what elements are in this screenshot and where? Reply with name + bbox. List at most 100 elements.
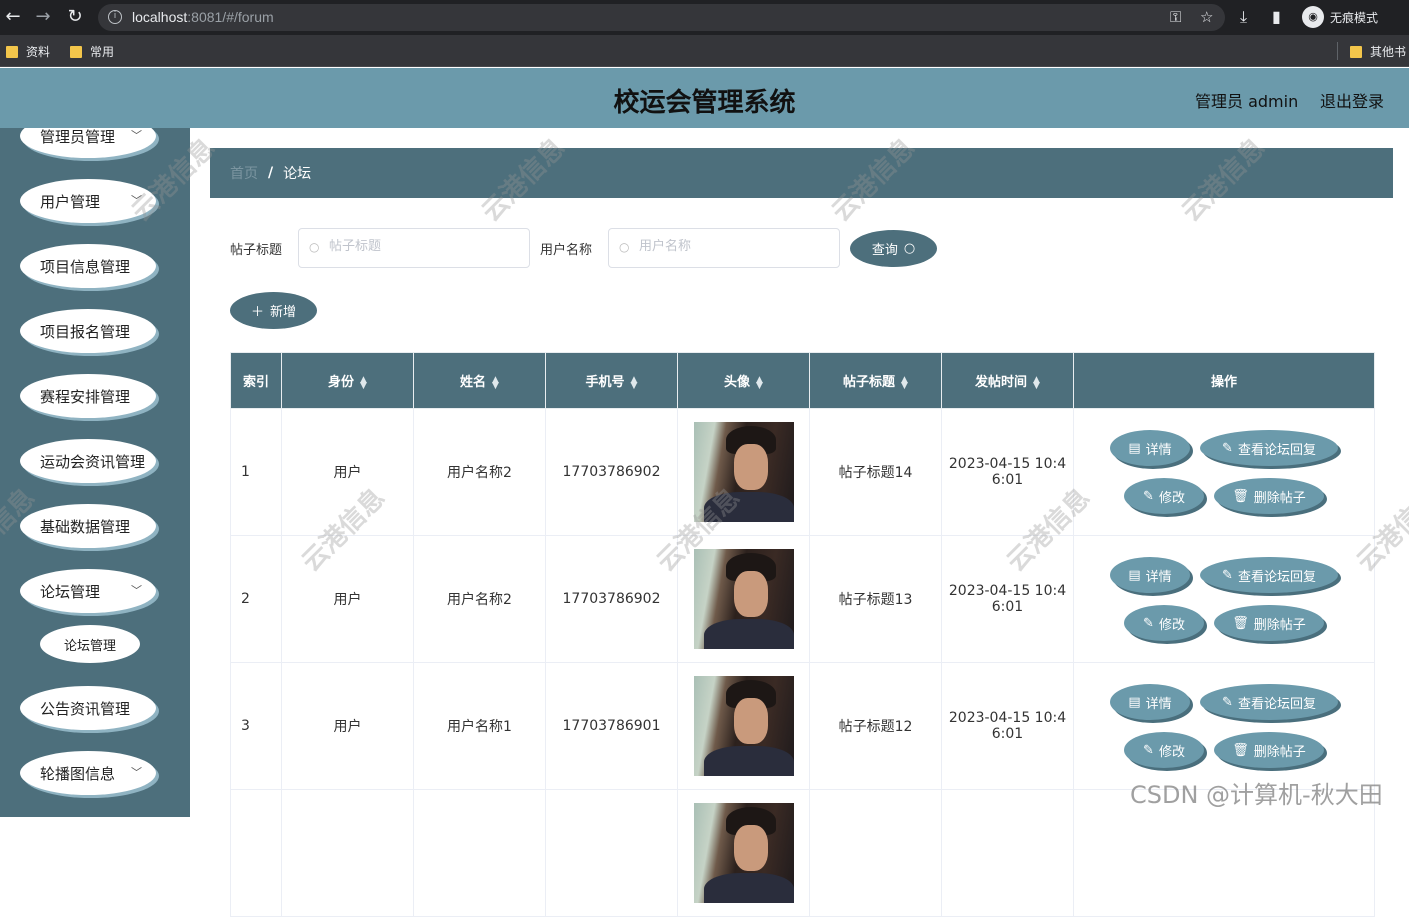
detail-button[interactable]: ▤ 详情: [1110, 684, 1190, 720]
app-header: 校运会管理系统 管理员 admin 退出登录: [0, 68, 1409, 128]
cell-title: 帖子标题14: [809, 408, 942, 536]
key-icon[interactable]: ⚿: [1170, 8, 1181, 26]
sort-icon[interactable]: ▲ ▼: [631, 375, 638, 390]
edit-icon: ✎: [1222, 440, 1233, 456]
edit-icon: ✎: [1222, 694, 1233, 710]
sidebar-item-news[interactable]: 运动会资讯管理: [20, 439, 156, 483]
sidebar-item-users[interactable]: 用户管理 ﹀: [20, 179, 156, 223]
delete-button[interactable]: 🗑 删除帖子: [1214, 478, 1324, 514]
delete-button[interactable]: 🗑 删除帖子: [1214, 605, 1324, 641]
back-icon[interactable]: ←: [2, 6, 24, 28]
chevron-down-icon: ﹀: [131, 194, 142, 207]
column-header-phone[interactable]: 手机号 ▲ ▼: [545, 352, 678, 409]
logout-link[interactable]: 退出登录: [1320, 88, 1384, 112]
cell-actions: ▤ 详情 ✎ 查看论坛回复 ✎ 修改 🗑 删除帖子: [1073, 408, 1375, 536]
sidebar-item-forum[interactable]: 论坛管理 ﹀: [20, 569, 156, 613]
sort-icon[interactable]: ▲ ▼: [492, 375, 499, 390]
edit-button[interactable]: ✎ 修改: [1124, 478, 1204, 514]
user-filter-field[interactable]: ○: [608, 228, 840, 268]
column-header-index: 索引: [230, 352, 282, 409]
folder-icon: [1350, 45, 1362, 58]
cell-title: 帖子标题12: [809, 662, 942, 790]
url-host: localhost: [132, 9, 188, 25]
side-panel-icon[interactable]: ▮: [1272, 7, 1281, 26]
title-filter-field[interactable]: ○: [298, 228, 530, 268]
sidebar-item-schedule[interactable]: 赛程安排管理: [20, 374, 156, 418]
avatar[interactable]: [693, 549, 794, 649]
cell-name: 用户名称2: [413, 535, 546, 663]
chevron-down-icon: ﹀: [131, 766, 142, 779]
sidebar-item-admin[interactable]: 管理员管理 ﹀: [20, 128, 156, 158]
current-user: 管理员 admin: [1195, 92, 1299, 111]
column-header-time[interactable]: 发帖时间 ▲ ▼: [941, 352, 1074, 409]
bookmarks-bar: 资料 常用 其他书: [0, 35, 1409, 67]
sidebar-item-projects[interactable]: 项目信息管理: [20, 244, 156, 288]
delete-button[interactable]: 🗑 删除帖子: [1214, 732, 1324, 768]
view-reply-button[interactable]: ✎ 查看论坛回复: [1200, 557, 1338, 593]
edit-icon: ✎: [1143, 742, 1154, 758]
avatar[interactable]: [693, 422, 794, 522]
sort-icon[interactable]: ▲ ▼: [1033, 375, 1040, 390]
document-icon: ▤: [1128, 440, 1141, 456]
breadcrumb: 首页 / 论坛: [210, 148, 1393, 198]
column-header-role[interactable]: 身份 ▲ ▼: [281, 352, 414, 409]
browser-toolbar: ← → ↻ i localhost:8081/#/forum ⚿ ☆ ⤓ ▮ ◉…: [0, 0, 1409, 35]
sidebar-subitem-forum[interactable]: 论坛管理: [40, 625, 140, 663]
star-icon[interactable]: ☆: [1200, 8, 1213, 26]
query-button[interactable]: 查询 ○: [850, 230, 937, 267]
download-icon[interactable]: ⤓: [1240, 7, 1247, 27]
add-button[interactable]: ＋新增: [230, 292, 317, 329]
site-info-icon[interactable]: i: [108, 10, 122, 24]
document-icon: ▤: [1128, 567, 1141, 583]
sidebar-item-notice[interactable]: 公告资讯管理: [20, 686, 156, 730]
address-bar[interactable]: i localhost:8081/#/forum ⚿ ☆: [98, 4, 1225, 31]
cell-actions: ▤ 详情 ✎ 查看论坛回复 ✎ 修改 🗑 删除帖子: [1073, 662, 1375, 790]
cell-name: 用户名称1: [413, 662, 546, 790]
cell-role: 用户: [281, 662, 414, 790]
forward-icon[interactable]: →: [32, 6, 54, 28]
sort-icon[interactable]: ▲ ▼: [901, 375, 908, 390]
user-search-input[interactable]: [639, 239, 819, 254]
view-reply-button[interactable]: ✎ 查看论坛回复: [1200, 684, 1338, 720]
edit-button[interactable]: ✎ 修改: [1124, 732, 1204, 768]
view-reply-button[interactable]: ✎ 查看论坛回复: [1200, 430, 1338, 466]
edit-icon: ✎: [1143, 488, 1154, 504]
sidebar-item-registration[interactable]: 项目报名管理: [20, 309, 156, 353]
avatar[interactable]: [693, 803, 794, 903]
edit-button[interactable]: ✎ 修改: [1124, 605, 1204, 641]
csdn-watermark: CSDN @计算机-秋大田: [1130, 781, 1383, 809]
detail-button[interactable]: ▤ 详情: [1110, 557, 1190, 593]
cell-index: 2: [230, 535, 282, 663]
column-header-avatar[interactable]: 头像 ▲ ▼: [677, 352, 810, 409]
avatar[interactable]: [693, 676, 794, 776]
incognito-icon: ◉: [1302, 6, 1324, 28]
url-path: :8081/#/forum: [187, 9, 274, 25]
forum-table: 索引 身份 ▲ ▼ 姓名 ▲ ▼ 手机号 ▲ ▼ 头像 ▲ ▼ 帖子标题 ▲ ▼ 发帖时间 ▲ ▼ 操作…: [230, 352, 1375, 917]
other-bookmarks[interactable]: 其他书: [1350, 43, 1406, 60]
chevron-down-icon: ﹀: [131, 129, 142, 142]
cell-avatar: [677, 662, 810, 790]
folder-icon: [6, 45, 18, 58]
cell-role: 用户: [281, 535, 414, 663]
bookmark-folder[interactable]: 资料: [6, 43, 50, 60]
breadcrumb-home[interactable]: 首页: [230, 163, 258, 183]
title-search-input[interactable]: [329, 239, 509, 254]
column-header-name[interactable]: 姓名 ▲ ▼: [413, 352, 546, 409]
incognito-indicator[interactable]: ◉ 无痕模式: [1302, 5, 1378, 29]
sort-icon[interactable]: ▲ ▼: [756, 375, 763, 390]
sidebar-item-carousel[interactable]: 轮播图信息 ﹀: [20, 751, 156, 795]
cell-avatar: [677, 408, 810, 536]
reload-icon[interactable]: ↻: [64, 6, 86, 28]
column-header-title[interactable]: 帖子标题 ▲ ▼: [809, 352, 942, 409]
cell-index: 3: [230, 662, 282, 790]
sidebar-item-basic-data[interactable]: 基础数据管理: [20, 504, 156, 548]
sort-icon[interactable]: ▲ ▼: [360, 375, 367, 390]
cell-avatar: [677, 789, 810, 917]
edit-icon: ✎: [1143, 615, 1154, 631]
table-row: 3 用户 用户名称1 17703786901 帖子标题12 2023-04-15…: [230, 662, 1375, 790]
trash-icon: 🗑: [1232, 488, 1249, 504]
column-header-actions: 操作: [1073, 352, 1375, 409]
search-icon: ○: [619, 240, 630, 254]
detail-button[interactable]: ▤ 详情: [1110, 430, 1190, 466]
bookmark-folder[interactable]: 常用: [70, 43, 114, 60]
